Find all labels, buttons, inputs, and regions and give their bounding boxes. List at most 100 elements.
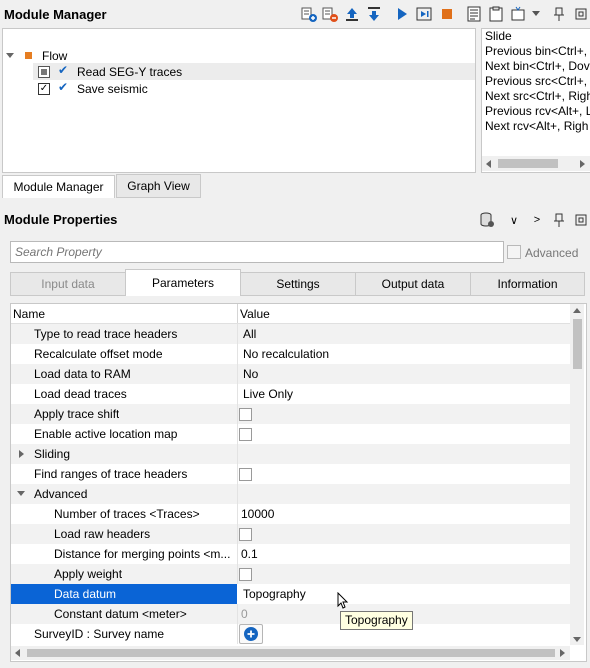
property-row[interactable]: Apply weight [11, 564, 570, 584]
property-checkbox[interactable] [239, 468, 252, 481]
property-name: Load dead traces [34, 387, 127, 401]
column-header-name[interactable]: Name [13, 307, 45, 321]
property-row[interactable]: Constant datum <meter> 0 [11, 604, 570, 624]
module-label: Read SEG-Y traces [77, 65, 183, 79]
chevron-right-icon[interactable]: > [528, 211, 546, 229]
property-name: Data datum [54, 587, 117, 601]
property-row[interactable]: SurveyID : Survey name [11, 624, 570, 644]
module-row-save-seismic[interactable]: ✓ ✔ Save seismic [33, 80, 475, 97]
chevron-down-icon[interactable]: ∨ [505, 211, 523, 229]
tab-graph-view[interactable]: Graph View [116, 174, 201, 198]
property-value[interactable]: 0.1 [241, 547, 258, 561]
property-row[interactable]: Load raw headers [11, 524, 570, 544]
float-window-icon[interactable] [572, 5, 590, 23]
pin-icon[interactable] [550, 211, 568, 229]
add-survey-button[interactable] [239, 624, 263, 644]
property-row[interactable]: Load data to RAM No [11, 364, 570, 384]
dropdown-chevron-icon[interactable] [527, 5, 545, 23]
remove-module-icon[interactable] [321, 5, 339, 23]
mouse-cursor-icon [337, 592, 349, 609]
property-value[interactable]: 0 [241, 607, 248, 621]
module-enable-checkbox-checked[interactable]: ✓ [38, 83, 50, 95]
move-down-icon[interactable] [365, 5, 383, 23]
clipboard-icon[interactable] [487, 5, 505, 23]
property-checkbox[interactable] [239, 428, 252, 441]
step-run-icon[interactable] [415, 5, 433, 23]
property-group-row[interactable]: Advanced [11, 484, 570, 504]
collapse-arrow-icon[interactable] [17, 491, 25, 496]
property-row[interactable]: Apply trace shift [11, 404, 570, 424]
shortcut-item[interactable]: Previous rcv<Alt+, L [485, 104, 590, 118]
add-module-icon[interactable] [300, 5, 318, 23]
property-name: Apply weight [54, 567, 123, 581]
pin-icon[interactable] [550, 5, 568, 23]
tab-parameters[interactable]: Parameters [125, 269, 241, 296]
shortcut-item[interactable]: Next src<Ctrl+, Righ [485, 89, 590, 103]
module-enable-checkbox-partial[interactable] [38, 66, 50, 78]
horizontal-scrollbar[interactable] [11, 646, 570, 660]
property-name: Load data to RAM [34, 367, 131, 381]
collapse-arrow-icon[interactable] [6, 53, 14, 58]
search-property-input[interactable] [10, 241, 504, 263]
property-name: Distance for merging points <m... [54, 547, 231, 561]
property-row[interactable]: Distance for merging points <m... 0.1 [11, 544, 570, 564]
expand-arrow-icon[interactable] [19, 450, 24, 458]
property-value[interactable]: No recalculation [243, 347, 329, 361]
property-value-dropdown[interactable]: Topography [243, 587, 306, 601]
property-group-row[interactable]: Sliding [11, 444, 570, 464]
property-row[interactable]: Load dead traces Live Only [11, 384, 570, 404]
shortcut-item[interactable]: Next rcv<Alt+, Righ [485, 119, 588, 133]
check-icon: ✔ [58, 80, 69, 94]
property-row[interactable]: Enable active location map [11, 424, 570, 444]
property-value[interactable]: Live Only [243, 387, 293, 401]
run-icon[interactable] [393, 5, 411, 23]
tooltip: Topography [340, 611, 413, 630]
property-group-name: Advanced [34, 487, 88, 501]
property-value[interactable]: All [243, 327, 256, 341]
vertical-scrollbar[interactable] [570, 304, 584, 645]
shortcut-item[interactable]: Previous src<Ctrl+, [485, 74, 587, 88]
property-row[interactable]: Number of traces <Traces> 10000 [11, 504, 570, 524]
module-manager-title: Module Manager [4, 7, 107, 22]
property-value[interactable]: No [243, 367, 258, 381]
stop-icon[interactable] [438, 5, 456, 23]
property-group-name: Sliding [34, 447, 71, 461]
tab-settings[interactable]: Settings [240, 272, 356, 296]
horizontal-scrollbar[interactable] [482, 156, 590, 171]
module-properties-title: Module Properties [4, 212, 118, 227]
property-name: SurveyID : Survey name [34, 627, 165, 641]
plus-circle-icon [244, 627, 258, 641]
tab-information[interactable]: Information [470, 272, 585, 296]
property-row[interactable]: Type to read trace headers All [11, 324, 570, 344]
property-name: Constant datum <meter> [54, 607, 187, 621]
property-name: Number of traces <Traces> [54, 507, 200, 521]
flow-tree-panel: Flow ✔ Read SEG-Y traces ✓ ✔ Save seismi… [2, 28, 476, 173]
property-row[interactable]: Find ranges of trace headers [11, 464, 570, 484]
flow-root-label[interactable]: Flow [42, 49, 67, 63]
module-label: Save seismic [77, 82, 148, 96]
module-row-read-segy[interactable]: ✔ Read SEG-Y traces [33, 63, 475, 80]
property-name: Load raw headers [54, 527, 151, 541]
tab-input-data[interactable]: Input data [10, 272, 126, 296]
float-window-icon[interactable] [572, 211, 590, 229]
property-checkbox[interactable] [239, 568, 252, 581]
shortcut-item[interactable]: Previous bin<Ctrl+, [485, 44, 587, 58]
tab-output-data[interactable]: Output data [355, 272, 471, 296]
advanced-checkbox[interactable] [507, 245, 521, 259]
property-checkbox[interactable] [239, 528, 252, 541]
column-header-value[interactable]: Value [240, 307, 270, 321]
log-icon[interactable] [465, 5, 483, 23]
property-name: Find ranges of trace headers [34, 467, 188, 481]
property-name: Type to read trace headers [34, 327, 178, 341]
property-row-selected[interactable]: Data datum Topography [11, 584, 570, 604]
move-up-icon[interactable] [343, 5, 361, 23]
shortcut-item[interactable]: Next bin<Ctrl+, Dov [485, 59, 590, 73]
tab-module-manager[interactable]: Module Manager [2, 175, 115, 198]
advanced-label: Advanced [525, 246, 579, 260]
shortcut-item[interactable]: Slide [485, 29, 512, 43]
property-value[interactable]: 10000 [241, 507, 274, 521]
property-row[interactable]: Recalculate offset mode No recalculation [11, 344, 570, 364]
options-icon[interactable] [509, 5, 527, 23]
database-icon[interactable] [478, 211, 496, 229]
property-checkbox[interactable] [239, 408, 252, 421]
